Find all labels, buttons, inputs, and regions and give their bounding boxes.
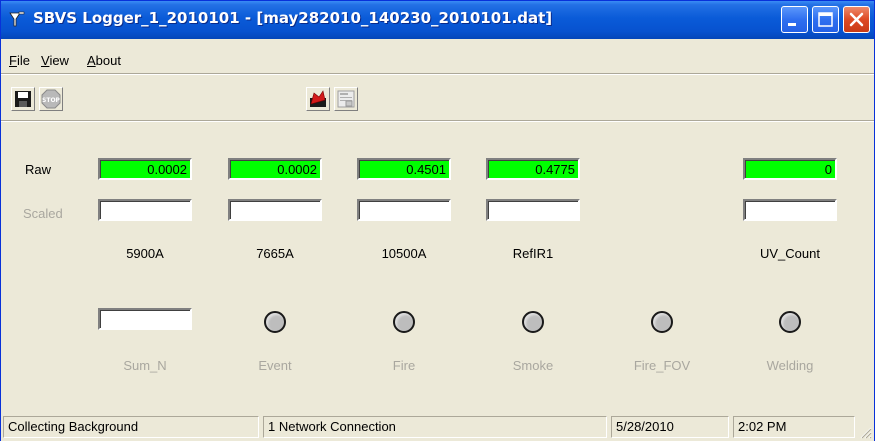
smoke-indicator (522, 311, 544, 333)
properties-icon (337, 90, 355, 108)
maximize-button[interactable] (812, 6, 839, 33)
scaled-value-7665a (228, 199, 322, 221)
minimize-icon (788, 23, 796, 26)
title-bar[interactable]: SBVS Logger_1_2010101 - [may282010_14023… (1, 1, 874, 39)
welding-indicator (779, 311, 801, 333)
chart-button[interactable] (306, 87, 330, 111)
raw-value-5900a: 0.0002 (98, 158, 192, 180)
close-button[interactable] (843, 6, 870, 33)
channel-label-10500a: 10500A (381, 246, 427, 261)
toolbar-separator (1, 120, 874, 122)
scaled-value-10500a (357, 199, 451, 221)
raw-value-uv-count: 0 (743, 158, 837, 180)
save-icon (15, 91, 31, 107)
status-date: 5/28/2010 (611, 416, 729, 438)
menu-file-label: File (9, 53, 30, 68)
scaled-value-uv-count (743, 199, 837, 221)
sum-n-label: Sum_N (123, 358, 167, 373)
menu-about-label: About (87, 53, 121, 68)
app-icon (9, 11, 25, 27)
event-indicator-label: Event (258, 358, 292, 373)
fire-indicator (393, 311, 415, 333)
raw-value-10500a: 0.4501 (357, 158, 451, 180)
channel-label-uv-count: UV_Count (760, 246, 820, 261)
stop-icon: STOP (41, 89, 61, 109)
resize-grip-icon[interactable] (858, 425, 872, 439)
menu-separator (1, 73, 874, 75)
scaled-value-refir1 (486, 199, 580, 221)
sum-n-field (98, 308, 192, 330)
maximize-icon (818, 12, 833, 27)
status-network: 1 Network Connection (263, 416, 607, 438)
status-state: Collecting Background (3, 416, 259, 438)
fire-fov-indicator-label: Fire_FOV (633, 358, 691, 373)
menu-view[interactable]: View (41, 53, 69, 68)
channel-label-refir1: RefIR1 (512, 246, 554, 261)
raw-value-7665a: 0.0002 (228, 158, 322, 180)
smoke-indicator-label: Smoke (512, 358, 554, 373)
raw-label: Raw (25, 162, 52, 177)
stop-button[interactable]: STOP (39, 87, 63, 111)
channel-label-5900a: 5900A (126, 246, 164, 261)
properties-button[interactable] (334, 87, 358, 111)
app-window: SBVS Logger_1_2010101 - [may282010_14023… (0, 0, 875, 441)
menu-view-label: View (41, 53, 69, 68)
fire-indicator-label: Fire (392, 358, 416, 373)
menu-about[interactable]: About (87, 53, 121, 68)
menu-bar: File View About (1, 50, 874, 70)
save-button[interactable] (11, 87, 35, 111)
minimize-button[interactable] (781, 6, 808, 33)
menu-file[interactable]: File (9, 53, 30, 68)
scaled-value-5900a (98, 199, 192, 221)
chart-icon (310, 90, 326, 107)
status-bar: Collecting Background 1 Network Connecti… (1, 413, 874, 441)
window-title: SBVS Logger_1_2010101 - [may282010_14023… (33, 9, 553, 27)
close-icon (849, 12, 864, 27)
event-indicator (264, 311, 286, 333)
scaled-label: Scaled (23, 206, 63, 221)
welding-indicator-label: Welding (766, 358, 814, 373)
status-time: 2:02 PM (733, 416, 855, 438)
channel-label-7665a: 7665A (256, 246, 294, 261)
svg-text:STOP: STOP (42, 97, 61, 104)
fire-fov-indicator (651, 311, 673, 333)
raw-value-refir1: 0.4775 (486, 158, 580, 180)
